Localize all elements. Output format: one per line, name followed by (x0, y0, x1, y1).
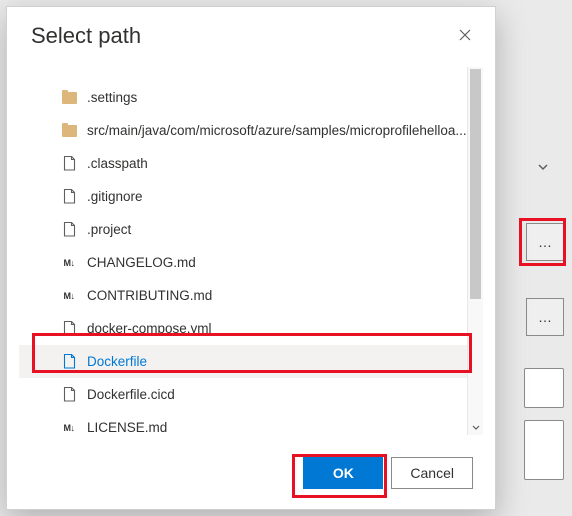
file-icon (61, 189, 77, 205)
ellipsis-icon: … (538, 309, 552, 325)
tree-item-label: Dockerfile.cicd (87, 387, 483, 402)
tree-item[interactable]: .project (19, 213, 483, 246)
dialog-header: Select path (7, 7, 495, 57)
tree-item-partial[interactable] (19, 67, 483, 81)
tree-item[interactable]: .settings (19, 81, 483, 114)
file-tree: .settings src/main/java/com/microsoft/azu… (19, 67, 483, 435)
tree-item-label: docker-compose.yml (87, 321, 483, 336)
background-field-1[interactable] (524, 368, 564, 408)
markdown-icon: M↓ (61, 255, 77, 271)
tree-item-label: CONTRIBUTING.md (87, 288, 483, 303)
ok-button[interactable]: OK (303, 457, 383, 489)
dialog-title: Select path (31, 23, 141, 49)
tree-item-label: .classpath (87, 156, 483, 171)
dialog-footer: OK Cancel (7, 439, 495, 509)
folder-icon (61, 67, 77, 81)
tree-item[interactable]: .gitignore (19, 180, 483, 213)
folder-icon (61, 123, 77, 139)
tree-item[interactable]: M↓ CONTRIBUTING.md (19, 279, 483, 312)
markdown-icon: M↓ (61, 420, 77, 436)
tree-item[interactable]: docker-compose.yml (19, 312, 483, 345)
file-icon (61, 354, 77, 370)
file-tree-scroll[interactable]: .settings src/main/java/com/microsoft/azu… (19, 67, 483, 435)
file-icon (61, 387, 77, 403)
close-icon (459, 29, 471, 41)
tree-item[interactable]: src/main/java/com/microsoft/azure/sample… (19, 114, 483, 147)
file-icon (61, 222, 77, 238)
tree-item-label: Dockerfile (87, 354, 483, 369)
tree-item-label: .gitignore (87, 189, 483, 204)
tree-item[interactable]: M↓ CHANGELOG.md (19, 246, 483, 279)
folder-icon (61, 90, 77, 106)
tree-item-label: .project (87, 222, 483, 237)
tree-item[interactable]: Dockerfile.cicd (19, 378, 483, 411)
dropdown-chevron-icon[interactable] (528, 152, 558, 182)
ellipsis-icon: … (538, 234, 552, 250)
close-button[interactable] (453, 23, 477, 47)
tree-item[interactable]: .classpath (19, 147, 483, 180)
select-path-dialog: Select path .settings src/main/java/com/m… (6, 6, 496, 510)
browse-button-1[interactable]: … (526, 223, 564, 261)
background-field-2[interactable] (524, 420, 564, 480)
file-icon (61, 156, 77, 172)
tree-item[interactable]: Dockerfile (19, 345, 483, 378)
file-icon (61, 321, 77, 337)
scroll-down-icon[interactable] (468, 419, 483, 435)
tree-item-label: CHANGELOG.md (87, 255, 483, 270)
tree-item-label: src/main/java/com/microsoft/azure/sample… (87, 123, 483, 138)
scrollbar[interactable] (467, 67, 483, 435)
cancel-button[interactable]: Cancel (391, 457, 473, 489)
tree-item-label: LICENSE.md (87, 420, 483, 435)
tree-item[interactable]: M↓ LICENSE.md (19, 411, 483, 435)
scrollbar-thumb[interactable] (470, 69, 481, 299)
browse-button-2[interactable]: … (526, 298, 564, 336)
tree-item-label: .settings (87, 90, 483, 105)
markdown-icon: M↓ (61, 288, 77, 304)
